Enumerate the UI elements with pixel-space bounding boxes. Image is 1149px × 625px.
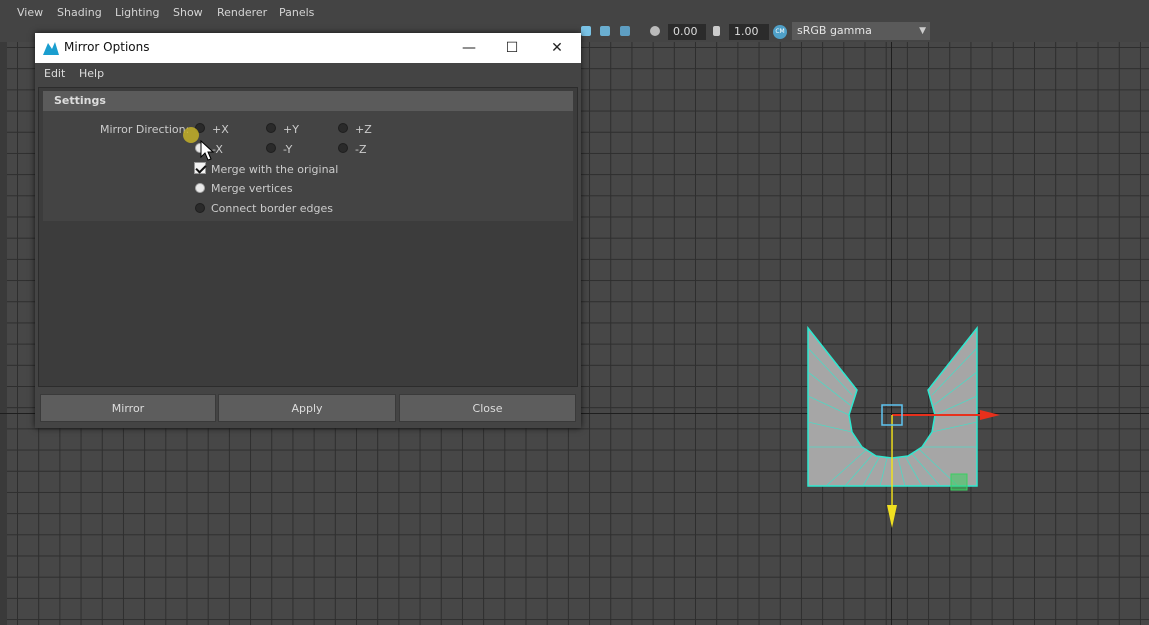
- manipulator-plane-handle[interactable]: [950, 473, 968, 491]
- close-icon[interactable]: ✕: [547, 39, 567, 57]
- minimize-icon[interactable]: —: [459, 39, 479, 57]
- radio-connect-border-edges[interactable]: [195, 203, 205, 213]
- merge-with-original-label: Merge with the original: [211, 163, 339, 176]
- dialog-menu-edit[interactable]: Edit: [44, 67, 65, 80]
- radio-plus-z[interactable]: [338, 123, 348, 133]
- maximize-icon[interactable]: ☐: [502, 39, 522, 57]
- dialog-title: Mirror Options: [64, 40, 150, 54]
- radio-minus-y[interactable]: [266, 143, 276, 153]
- dialog-menu-help[interactable]: Help: [79, 67, 104, 80]
- merge-vertices-label: Merge vertices: [211, 182, 293, 195]
- x-axis-arrow-icon[interactable]: [980, 410, 1000, 420]
- y-axis-arrow-icon[interactable]: [887, 505, 897, 528]
- connect-border-edges-label: Connect border edges: [211, 202, 334, 215]
- radio-minus-z[interactable]: [338, 143, 348, 153]
- radio-minus-z-label: -Z: [355, 143, 367, 156]
- dialog-content: Settings Mirror Direction: +X +Y +Z -X -…: [38, 87, 578, 387]
- dialog-menubar: Edit Help: [35, 63, 581, 85]
- radio-plus-y-label: +Y: [283, 123, 299, 136]
- radio-plus-x-label: +X: [212, 123, 229, 136]
- settings-section-header[interactable]: Settings: [43, 91, 573, 111]
- radio-merge-vertices[interactable]: [195, 183, 205, 193]
- mirror-direction-label: Mirror Direction:: [100, 123, 190, 136]
- radio-plus-y[interactable]: [266, 123, 276, 133]
- settings-section-title: Settings: [54, 94, 106, 107]
- close-button[interactable]: Close: [399, 394, 576, 422]
- radio-plus-z-label: +Z: [355, 123, 372, 136]
- apply-button[interactable]: Apply: [218, 394, 396, 422]
- mirror-options-dialog: Mirror Options — ☐ ✕ Edit Help Settings …: [35, 33, 581, 428]
- dialog-titlebar[interactable]: Mirror Options — ☐ ✕: [35, 33, 581, 63]
- radio-minus-y-label: -Y: [283, 143, 293, 156]
- merge-with-original-checkbox[interactable]: [194, 162, 206, 174]
- mouse-pointer-icon: [200, 140, 214, 161]
- maya-app-icon: [43, 42, 59, 55]
- mirror-button[interactable]: Mirror: [40, 394, 216, 422]
- cursor-highlight: [183, 127, 199, 143]
